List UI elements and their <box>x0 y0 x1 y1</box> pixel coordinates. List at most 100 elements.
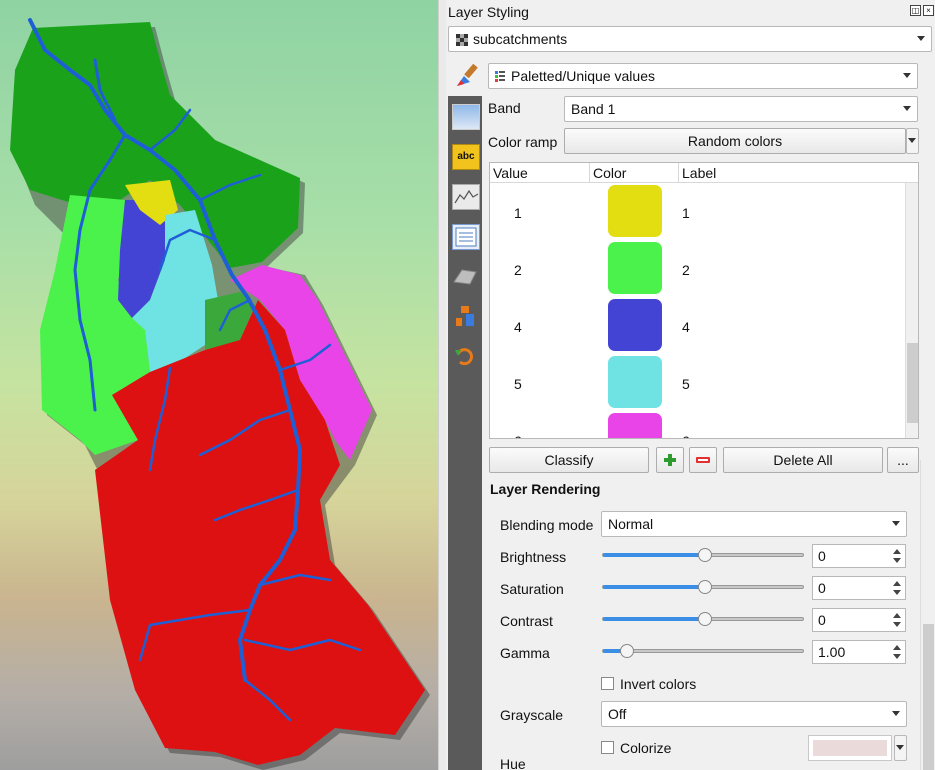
renderer-selector[interactable]: Paletted/Unique values <box>488 63 918 89</box>
contrast-label: Contrast <box>500 613 553 629</box>
spin-up-icon[interactable] <box>893 581 901 586</box>
brightness-value: 0 <box>818 548 826 564</box>
chevron-down-icon <box>903 73 911 78</box>
row-label[interactable]: 4 <box>682 319 690 335</box>
float-panel-icon[interactable]: ◫ <box>910 5 921 16</box>
row-value: 1 <box>514 205 522 221</box>
layer-styling-panel: Layer Styling ◫ × subcatchments Paletted… <box>446 0 935 770</box>
contrast-value: 0 <box>818 612 826 628</box>
layer-rendering-title: Layer Rendering <box>490 481 601 497</box>
colorize-color-dropdown[interactable] <box>894 735 907 761</box>
invert-colors-label: Invert colors <box>620 676 697 692</box>
paint-brush-icon[interactable] <box>454 62 484 90</box>
slider-handle[interactable] <box>698 580 712 594</box>
symbology-icon[interactable] <box>452 104 480 130</box>
table-scrollbar[interactable] <box>905 183 918 438</box>
spin-down-icon[interactable] <box>893 654 901 659</box>
chevron-down-icon <box>917 36 925 41</box>
plus-icon <box>664 454 676 466</box>
scrollbar-thumb[interactable] <box>923 624 934 770</box>
column-header-label[interactable]: Label <box>679 163 918 183</box>
more-options-button[interactable]: ... <box>887 447 919 473</box>
layer-selector[interactable]: subcatchments <box>448 26 932 52</box>
grayscale-selector[interactable]: Off <box>601 701 907 727</box>
pyramids-icon[interactable] <box>452 304 480 330</box>
color-ramp-button[interactable]: Random colors <box>564 128 906 154</box>
chevron-down-icon <box>908 138 916 143</box>
column-header-value[interactable]: Value <box>490 163 590 183</box>
row-value: 4 <box>514 319 522 335</box>
labels-icon[interactable]: abc <box>452 144 480 170</box>
column-header-color[interactable]: Color <box>590 163 679 183</box>
class-table: Value Color Label 1 1 2 2 4 4 5 5 6 6 <box>489 162 919 439</box>
hue-label: Hue <box>500 756 526 770</box>
band-label: Band <box>488 100 521 116</box>
gamma-spinbox[interactable]: 1.00 <box>812 640 906 664</box>
invert-colors-checkbox[interactable] <box>601 677 614 690</box>
contrast-slider[interactable] <box>602 612 804 626</box>
renderer-value: Paletted/Unique values <box>511 68 655 84</box>
blending-mode-selector[interactable]: Normal <box>601 511 907 537</box>
add-class-button[interactable] <box>656 447 684 473</box>
histogram-icon[interactable] <box>452 184 480 210</box>
raster-layer-icon <box>456 34 468 46</box>
colorize-label: Colorize <box>620 740 672 756</box>
slider-handle[interactable] <box>698 612 712 626</box>
chevron-down-icon <box>892 521 900 526</box>
colorize-checkbox[interactable] <box>601 741 614 754</box>
contrast-spinbox[interactable]: 0 <box>812 608 906 632</box>
band-selector[interactable]: Band 1 <box>564 96 918 122</box>
saturation-spinbox[interactable]: 0 <box>812 576 906 600</box>
metadata-icon[interactable] <box>452 224 480 250</box>
chevron-down-icon <box>892 711 900 716</box>
spin-down-icon[interactable] <box>893 622 901 627</box>
spin-up-icon[interactable] <box>893 549 901 554</box>
brightness-label: Brightness <box>500 549 567 565</box>
spin-down-icon[interactable] <box>893 590 901 595</box>
map-canvas[interactable] <box>0 0 438 770</box>
styling-sidebar: abc <box>448 96 482 770</box>
slider-handle[interactable] <box>620 644 634 658</box>
remove-class-button[interactable] <box>689 447 717 473</box>
chevron-down-icon <box>896 745 904 750</box>
panel-splitter[interactable] <box>438 0 446 770</box>
3d-view-icon[interactable] <box>452 264 480 290</box>
color-swatch[interactable] <box>608 413 662 438</box>
gamma-label: Gamma <box>500 645 550 661</box>
layer-name: subcatchments <box>473 31 568 47</box>
row-value: 6 <box>514 433 522 438</box>
colorize-color-button[interactable] <box>808 735 892 761</box>
paletted-renderer-icon <box>495 71 505 82</box>
brightness-spinbox[interactable]: 0 <box>812 544 906 568</box>
grayscale-value: Off <box>608 706 627 722</box>
panel-scrollbar[interactable] <box>920 460 935 770</box>
row-value: 2 <box>514 262 522 278</box>
spin-up-icon[interactable] <box>893 645 901 650</box>
row-label[interactable]: 6 <box>682 433 690 438</box>
row-label[interactable]: 1 <box>682 205 690 221</box>
color-swatch[interactable] <box>608 299 662 351</box>
gamma-slider[interactable] <box>602 644 804 658</box>
spin-down-icon[interactable] <box>893 558 901 563</box>
row-label[interactable]: 5 <box>682 376 690 392</box>
band-value: Band 1 <box>571 101 616 117</box>
saturation-slider[interactable] <box>602 580 804 594</box>
color-swatch[interactable] <box>608 356 662 408</box>
scrollbar-thumb[interactable] <box>907 343 918 423</box>
brightness-slider[interactable] <box>602 548 804 562</box>
grayscale-label: Grayscale <box>500 707 564 723</box>
delete-all-button[interactable]: Delete All <box>723 447 883 473</box>
slider-handle[interactable] <box>698 548 712 562</box>
subcatchments-map <box>10 18 430 770</box>
classify-button[interactable]: Classify <box>489 447 649 473</box>
spin-up-icon[interactable] <box>893 613 901 618</box>
close-panel-icon[interactable]: × <box>923 5 934 16</box>
color-swatch[interactable] <box>608 242 662 294</box>
panel-title: Layer Styling <box>448 4 529 20</box>
row-label[interactable]: 2 <box>682 262 690 278</box>
color-ramp-dropdown[interactable] <box>906 128 919 154</box>
color-swatch[interactable] <box>608 185 662 237</box>
color-ramp-label: Color ramp <box>488 134 558 150</box>
history-undo-icon[interactable] <box>452 344 480 370</box>
row-value: 5 <box>514 376 522 392</box>
